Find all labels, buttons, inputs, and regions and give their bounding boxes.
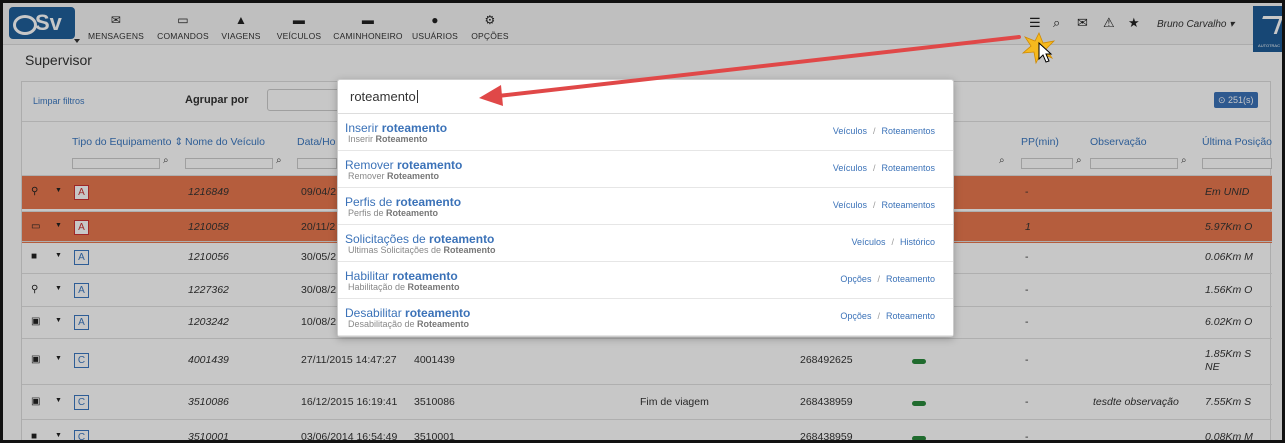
result-title-match: roteamento <box>397 158 463 172</box>
result-title: Perfis de roteamento <box>345 195 461 209</box>
result-title-prefix: Desabilitar <box>345 306 406 320</box>
breadcrumb-separator: / <box>877 311 880 321</box>
command-search-popup: roteamento Inserir roteamento Inserir Rot… <box>337 79 954 337</box>
result-path-section: Veículos <box>832 163 867 173</box>
result-title-match: roteamento <box>395 195 462 209</box>
result-subtitle-prefix: Perfis de <box>348 208 387 218</box>
breadcrumb-separator: / <box>877 274 880 284</box>
result-title-match: roteamento <box>405 306 471 320</box>
result-path-page: Roteamentos <box>881 200 935 210</box>
search-result-item[interactable]: Inserir roteamento Inserir Roteamento Veíc… <box>338 114 953 151</box>
result-breadcrumb: Veículos / Roteamentos <box>833 126 935 136</box>
command-search-input[interactable]: roteamento <box>338 80 953 114</box>
result-path-page: Roteamento <box>885 274 935 284</box>
result-subtitle-prefix: Ultimas Solicitações de <box>348 245 444 255</box>
search-result-item[interactable]: Remover roteamento Remover Roteamento Veíc… <box>338 151 953 188</box>
result-subtitle-match: Roteamento <box>417 319 470 329</box>
result-path-page: Roteamentos <box>881 126 935 136</box>
result-subtitle: Habilitação de Roteamento <box>348 282 460 292</box>
search-result-item[interactable]: Perfis de roteamento Perfis de Roteamento… <box>338 188 953 225</box>
result-path-section: Veículos <box>832 200 867 210</box>
result-breadcrumb: Opções / Roteamento <box>840 311 935 321</box>
breadcrumb-separator: / <box>891 237 894 247</box>
result-subtitle: Perfis de Roteamento <box>348 208 438 218</box>
result-subtitle-match: Roteamento <box>387 171 440 181</box>
result-path-section: Opções <box>840 311 872 321</box>
search-result-item[interactable]: Desabilitar roteamento Desabilitação de R… <box>338 299 953 336</box>
result-title-prefix: Solicitações de <box>345 232 430 246</box>
result-title: Inserir roteamento <box>345 121 447 135</box>
result-subtitle: Remover Roteamento <box>348 171 439 181</box>
result-subtitle-match: Roteamento <box>375 134 428 144</box>
result-title-match: roteamento <box>429 232 495 246</box>
result-breadcrumb: Veículos / Histórico <box>851 237 935 247</box>
result-breadcrumb: Veículos / Roteamentos <box>833 163 935 173</box>
result-title: Habilitar roteamento <box>345 269 458 283</box>
result-title: Solicitações de roteamento <box>345 232 494 246</box>
result-subtitle-match: Roteamento <box>443 245 496 255</box>
result-subtitle-match: Roteamento <box>386 208 439 218</box>
result-subtitle-prefix: Remover <box>348 171 388 181</box>
result-path-page: Roteamentos <box>881 163 935 173</box>
search-result-item[interactable]: Habilitar roteamento Habilitação de Rotea… <box>338 262 953 299</box>
result-subtitle: Desabilitação de Roteamento <box>348 319 469 329</box>
result-subtitle: Ultimas Solicitações de Roteamento <box>348 245 496 255</box>
result-subtitle-match: Roteamento <box>407 282 460 292</box>
result-title-prefix: Inserir <box>345 121 382 135</box>
search-result-item[interactable]: Solicitações de roteamento Ultimas Solici… <box>338 225 953 262</box>
result-path-section: Veículos <box>832 126 867 136</box>
result-path-page: Roteamento <box>885 311 935 321</box>
result-subtitle: Inserir Roteamento <box>348 134 428 144</box>
result-subtitle-prefix: Habilitação de <box>348 282 408 292</box>
result-title-prefix: Perfis de <box>345 195 396 209</box>
result-path-page: Histórico <box>899 237 935 247</box>
result-title-prefix: Remover <box>345 158 398 172</box>
result-path-section: Veículos <box>851 237 886 247</box>
result-subtitle-prefix: Desabilitação de <box>348 319 418 329</box>
result-title: Remover roteamento <box>345 158 462 172</box>
result-breadcrumb: Veículos / Roteamentos <box>833 200 935 210</box>
result-title-match: roteamento <box>392 269 458 283</box>
breadcrumb-separator: / <box>872 200 876 210</box>
result-breadcrumb: Opções / Roteamento <box>840 274 935 284</box>
result-title: Desabilitar roteamento <box>345 306 470 320</box>
app-window: Sv ✉ MENSAGENS ▭ COMANDOS ▲ VIAGENS ▬ VEÍCULOS ▬… <box>0 0 1285 443</box>
result-path-section: Opções <box>840 274 872 284</box>
breadcrumb-separator: / <box>872 126 876 136</box>
result-title-match: roteamento <box>381 121 448 135</box>
breadcrumb-separator: / <box>872 163 876 173</box>
result-subtitle-prefix: Inserir <box>348 134 376 144</box>
result-title-prefix: Habilitar <box>345 269 393 283</box>
